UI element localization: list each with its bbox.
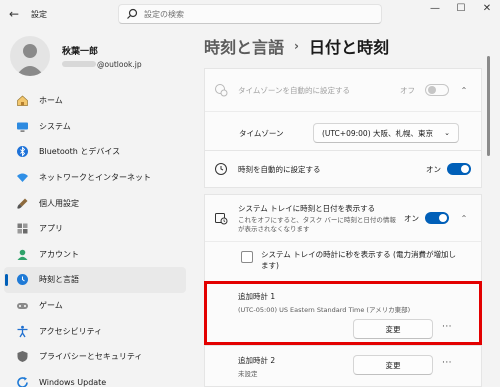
breadcrumb-separator-icon: › bbox=[294, 39, 299, 53]
additional-clock-2-card: 追加時計 2 未設定 変更 ··· bbox=[204, 346, 482, 387]
sidebar-item-personalization[interactable]: 個人用設定 bbox=[4, 190, 186, 216]
auto-time-toggle[interactable] bbox=[447, 163, 471, 175]
auto-time-state: オン bbox=[426, 164, 441, 174]
home-icon bbox=[16, 94, 29, 107]
title-bar: ← 設定 設定の検索 — ☐ ✕ bbox=[0, 0, 500, 28]
auto-time-label: 時刻を自動的に設定する bbox=[238, 164, 321, 174]
breadcrumb-parent[interactable]: 時刻と言語 bbox=[204, 34, 284, 58]
breadcrumb: 時刻と言語 › 日付と時刻 bbox=[204, 34, 389, 58]
user-email: @outlook.jp bbox=[62, 60, 142, 69]
sidebar-item-accessibility[interactable]: アクセシビリティ bbox=[4, 318, 186, 344]
auto-timezone-row: タイムゾーンを自動的に設定する オフ ⌃ bbox=[205, 69, 481, 111]
tray-description: これをオフにすると、タスク バーに時刻と日付の情報が表示されなくなります bbox=[238, 215, 396, 233]
sidebar-item-system[interactable]: システム bbox=[4, 114, 186, 140]
clock2-more-icon[interactable]: ··· bbox=[437, 358, 457, 368]
page-title: 日付と時刻 bbox=[308, 38, 389, 57]
maximize-icon[interactable]: ☐ bbox=[448, 0, 474, 18]
sidebar-item-apps[interactable]: アプリ bbox=[4, 216, 186, 242]
sidebar-item-label: アカウント bbox=[39, 249, 79, 259]
sidebar-item-label: ゲーム bbox=[39, 301, 63, 311]
sidebar-item-accounts[interactable]: アカウント bbox=[4, 242, 186, 268]
sidebar-item-bluetooth[interactable]: Bluetooth とデバイス bbox=[4, 139, 186, 165]
calendar-clock-icon bbox=[214, 211, 228, 225]
accessibility-icon bbox=[16, 325, 29, 338]
system-icon bbox=[16, 120, 29, 133]
sidebar-item-label: プライバシーとセキュリティ bbox=[39, 352, 143, 362]
sidebar-item-privacy[interactable]: プライバシーとセキュリティ bbox=[4, 344, 186, 370]
sidebar-item-label: 時刻と言語 bbox=[39, 275, 79, 285]
sidebar-item-time-language[interactable]: 時刻と言語 bbox=[4, 267, 186, 293]
user-email-suffix: @outlook.jp bbox=[97, 59, 142, 69]
seconds-checkbox[interactable] bbox=[241, 251, 253, 263]
timezone-card: タイムゾーンを自動的に設定する オフ ⌃ タイムゾーン (UTC+09:00) … bbox=[204, 68, 482, 154]
seconds-row: システム トレイの時計に秒を表示する (電力消費が増加します) bbox=[205, 242, 481, 282]
chevron-down-icon: ⌄ bbox=[444, 129, 450, 137]
sidebar-item-network[interactable]: ネットワークとインターネット bbox=[4, 165, 186, 191]
chevron-up-icon[interactable]: ⌃ bbox=[459, 214, 469, 223]
person-icon bbox=[16, 44, 44, 76]
tray-card: システム トレイに時刻と日付を表示する これをオフにすると、タスク バーに時刻と… bbox=[204, 194, 482, 282]
user-name: 秋葉一郎 bbox=[62, 46, 99, 57]
network-icon bbox=[16, 171, 29, 184]
windows-update-icon bbox=[16, 376, 29, 387]
apps-icon bbox=[16, 222, 29, 235]
time-language-icon bbox=[16, 273, 29, 286]
search-icon bbox=[127, 8, 138, 19]
sidebar-item-label: ホーム bbox=[39, 96, 63, 106]
personalization-icon bbox=[16, 197, 29, 210]
timezone-dropdown[interactable]: (UTC+09:00) 大阪、札幌、東京 ⌄ bbox=[313, 123, 459, 143]
clock2-change-button[interactable]: 変更 bbox=[353, 355, 433, 375]
tray-row: システム トレイに時刻と日付を表示する これをオフにすると、タスク バーに時刻と… bbox=[205, 195, 481, 241]
sidebar-item-home[interactable]: ホーム bbox=[4, 88, 186, 114]
timezone-label: タイムゾーン bbox=[239, 128, 284, 138]
clock-icon bbox=[214, 162, 228, 176]
auto-timezone-toggle[interactable] bbox=[425, 84, 449, 96]
tray-toggle[interactable] bbox=[425, 212, 449, 224]
auto-time-row: 時刻を自動的に設定する オン bbox=[205, 151, 481, 187]
avatar bbox=[10, 36, 50, 76]
sidebar-item-windows-update[interactable]: Windows Update bbox=[4, 370, 186, 387]
auto-time-card: 時刻を自動的に設定する オン bbox=[204, 150, 482, 188]
email-redaction bbox=[62, 61, 96, 67]
accounts-icon bbox=[16, 248, 29, 261]
search-box[interactable]: 設定の検索 bbox=[118, 4, 382, 24]
sidebar-item-label: アプリ bbox=[39, 224, 63, 234]
highlight-annotation bbox=[204, 281, 482, 345]
back-arrow-icon[interactable]: ← bbox=[9, 6, 25, 22]
sidebar-item-label: 個人用設定 bbox=[39, 198, 79, 208]
auto-timezone-label: タイムゾーンを自動的に設定する bbox=[238, 85, 350, 95]
app-title: 設定 bbox=[31, 9, 47, 19]
sidebar-item-label: アクセシビリティ bbox=[39, 326, 103, 336]
sidebar-nav: ホーム システム Bluetooth とデバイス ネットワークとインターネット … bbox=[4, 88, 186, 387]
search-placeholder: 設定の検索 bbox=[144, 9, 184, 19]
seconds-label: システム トレイの時計に秒を表示する (電力消費が増加します) bbox=[261, 250, 456, 270]
scrollbar[interactable] bbox=[487, 56, 490, 156]
gaming-icon bbox=[16, 299, 29, 312]
window-controls: — ☐ ✕ bbox=[422, 0, 500, 18]
sidebar-item-label: Bluetooth とデバイス bbox=[39, 147, 121, 157]
sidebar-item-label: システム bbox=[39, 121, 71, 131]
timezone-row: タイムゾーン (UTC+09:00) 大阪、札幌、東京 ⌄ bbox=[205, 112, 481, 154]
minimize-icon[interactable]: — bbox=[422, 0, 448, 18]
privacy-icon bbox=[16, 350, 29, 363]
sidebar-item-label: ネットワークとインターネット bbox=[39, 173, 151, 183]
sidebar-item-label: Windows Update bbox=[39, 377, 107, 387]
tray-state: オン bbox=[404, 213, 419, 223]
auto-timezone-state: オフ bbox=[400, 85, 415, 95]
clock2-title: 追加時計 2 bbox=[238, 356, 276, 365]
timezone-value: (UTC+09:00) 大阪、札幌、東京 bbox=[322, 128, 434, 138]
bluetooth-icon bbox=[16, 145, 29, 158]
sidebar: 秋葉一郎 @outlook.jp ホーム システム Bluetooth とデバイ… bbox=[0, 28, 190, 387]
close-icon[interactable]: ✕ bbox=[474, 0, 500, 18]
user-profile[interactable]: 秋葉一郎 @outlook.jp bbox=[10, 36, 142, 76]
chevron-up-icon[interactable]: ⌃ bbox=[459, 86, 469, 95]
tray-label: システム トレイに時刻と日付を表示する bbox=[238, 203, 376, 213]
globe-clock-icon bbox=[214, 83, 228, 97]
sidebar-item-gaming[interactable]: ゲーム bbox=[4, 293, 186, 319]
clock2-subtitle: 未設定 bbox=[238, 370, 258, 378]
